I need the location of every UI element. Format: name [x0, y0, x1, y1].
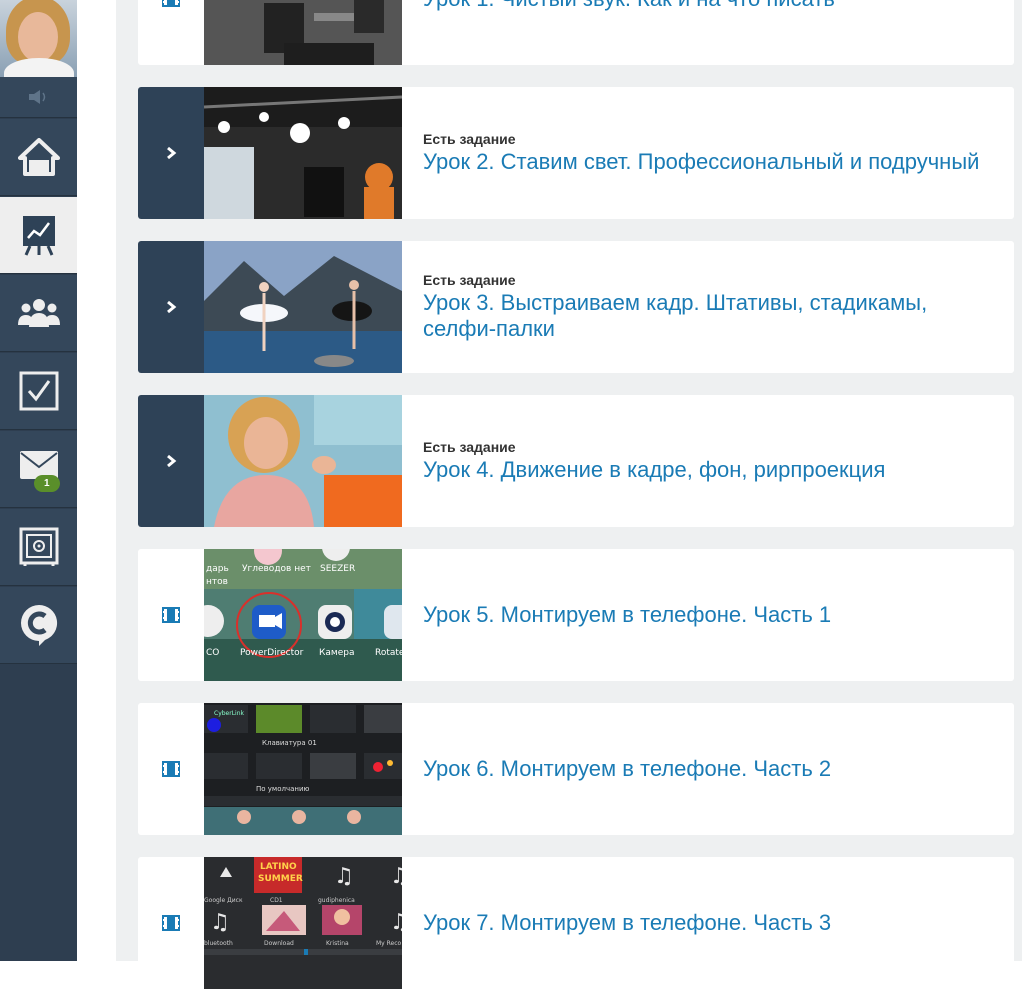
thumb-label: LATINO — [260, 862, 297, 872]
lesson-thumbnail[interactable] — [204, 0, 402, 65]
lesson-thumbnail[interactable]: CyberLink Клавиатура 01 По умолчанию — [204, 703, 402, 835]
thumb-label: Kristina — [326, 940, 349, 947]
checkbox-icon — [19, 371, 58, 411]
lesson-title[interactable]: Урок 5. Монтируем в телефоне. Часть 1 — [423, 602, 994, 628]
users-icon — [17, 299, 60, 327]
film-icon — [162, 915, 180, 931]
lesson-title[interactable]: Урок 2. Ставим свет. Профессиональный и … — [423, 149, 994, 175]
thumb-label: CD1 — [270, 897, 283, 904]
chevron-right-icon — [167, 146, 177, 160]
lesson-list: Урок 1. Чистый звук. Как и на что писать… — [116, 0, 1022, 989]
nav-brand[interactable] — [0, 587, 77, 664]
thumb-label: My Reco — [376, 940, 402, 947]
thumb-label: Download — [264, 940, 294, 947]
task-badge: Есть задание — [423, 439, 516, 455]
lesson-card[interactable]: CyberLink Клавиатура 01 По умолчанию Уро… — [138, 703, 1014, 835]
music-note-icon: ♫ — [334, 864, 354, 889]
thumb-label: SUMMER — [258, 874, 303, 884]
lesson-thumbnail[interactable] — [204, 87, 402, 219]
lesson-card[interactable]: LATINO SUMMER ♫ ♫ Google Диск CD1 gudiph… — [138, 857, 1014, 989]
nav-safe[interactable] — [0, 509, 77, 586]
nav-tasks[interactable] — [0, 353, 77, 430]
lesson-thumbnail[interactable] — [204, 241, 402, 373]
nav-messages[interactable]: 1 — [0, 431, 77, 508]
gutter — [77, 0, 116, 961]
film-icon — [162, 607, 180, 623]
thumb-label: Google Диск — [204, 897, 243, 904]
thumb-label: CyberLink — [214, 710, 245, 717]
lesson-title[interactable]: Урок 3. Выстраиваем кадр. Штативы, стади… — [423, 290, 994, 342]
lesson-title[interactable]: Урок 6. Монтируем в телефоне. Часть 2 — [423, 756, 994, 782]
c-logo-icon — [20, 604, 57, 646]
film-icon — [162, 0, 180, 7]
thumb-label: Клавиатура 01 — [262, 739, 317, 747]
music-note-icon: ♫ — [390, 864, 402, 889]
nav-presentation[interactable] — [0, 197, 77, 274]
thumb-label: нтов — [206, 577, 228, 587]
thumb-label: bluetooth — [204, 940, 233, 947]
lesson-card[interactable]: Урок 1. Чистый звук. Как и на что писать — [138, 0, 1014, 65]
unread-badge: 1 — [34, 475, 60, 492]
sidebar: 1 — [0, 0, 77, 961]
home-icon — [17, 138, 60, 176]
avatar[interactable] — [0, 0, 77, 77]
nav-home[interactable] — [0, 119, 77, 196]
thumb-label: дарь — [206, 564, 229, 574]
lesson-card[interactable]: Есть задание Урок 4. Движение в кадре, ф… — [138, 395, 1014, 527]
chevron-right-icon — [167, 454, 177, 468]
music-note-icon: ♫ — [390, 910, 402, 935]
lesson-card[interactable]: дарь нтов Углеводов нет SEEZER CO PowerD… — [138, 549, 1014, 681]
lesson-card[interactable]: Есть задание Урок 2. Ставим свет. Профес… — [138, 87, 1014, 219]
presentation-chart-icon — [22, 216, 55, 256]
lesson-thumbnail[interactable] — [204, 395, 402, 527]
lesson-title[interactable]: Урок 7. Монтируем в телефоне. Часть 3 — [423, 910, 994, 936]
lesson-thumbnail[interactable]: дарь нтов Углеводов нет SEEZER CO PowerD… — [204, 549, 402, 681]
sound-toggle[interactable] — [0, 77, 77, 118]
speaker-icon — [28, 90, 45, 104]
thumb-label: По умолчанию — [256, 785, 310, 793]
nav-users[interactable] — [0, 275, 77, 352]
thumb-label: CO — [206, 648, 219, 658]
lesson-title[interactable]: Урок 1. Чистый звук. Как и на что писать — [423, 0, 994, 12]
thumb-label: gudiphenica — [318, 897, 355, 904]
music-note-icon: ♫ — [210, 910, 230, 935]
thumb-label: PowerDirector — [240, 648, 304, 658]
safe-icon — [19, 527, 58, 566]
lesson-card[interactable]: Есть задание Урок 3. Выстраиваем кадр. Ш… — [138, 241, 1014, 373]
thumb-label: Камера — [319, 648, 354, 658]
thumb-label: SEEZER — [320, 564, 355, 574]
thumb-label: Углеводов нет — [242, 564, 311, 574]
task-badge: Есть задание — [423, 272, 516, 288]
task-badge: Есть задание — [423, 131, 516, 147]
thumb-label: Rotate — [375, 648, 402, 658]
film-icon — [162, 761, 180, 777]
lesson-thumbnail[interactable]: LATINO SUMMER ♫ ♫ Google Диск CD1 gudiph… — [204, 857, 402, 989]
lesson-title[interactable]: Урок 4. Движение в кадре, фон, рирпроекц… — [423, 457, 994, 483]
chevron-right-icon — [167, 300, 177, 314]
